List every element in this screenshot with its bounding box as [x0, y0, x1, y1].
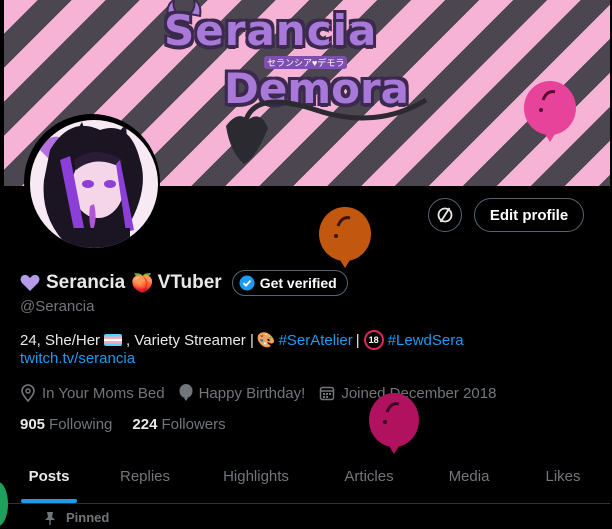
balloon-icon — [319, 207, 371, 268]
profile-bio: 24, She/Her , Variety Streamer | 🎨 #SerA… — [20, 330, 464, 350]
circle-slash-icon — [437, 207, 453, 223]
tab-label: Posts — [28, 468, 70, 485]
profile-link[interactable]: twitch.tv/serancia — [20, 350, 135, 367]
spaces-button[interactable] — [428, 198, 462, 232]
banner-title-line1: Serancia — [164, 6, 378, 55]
tab-replies[interactable]: Replies — [94, 450, 196, 503]
tab-label: Likes — [545, 468, 581, 485]
tab-articles[interactable]: Articles — [316, 450, 422, 503]
tab-posts[interactable]: Posts — [4, 450, 94, 503]
pinned-label: Pinned — [66, 510, 110, 525]
trans-flag-icon — [104, 334, 123, 346]
purple-heart-icon — [20, 274, 40, 291]
pin-icon — [45, 511, 55, 525]
following-label: Following — [49, 416, 113, 433]
location-pin-icon — [21, 384, 35, 402]
get-verified-label: Get verified — [259, 275, 337, 291]
hashtag-lewdsera[interactable]: #LewdSera — [388, 332, 464, 349]
bio-part1: 24, She/Her — [20, 331, 101, 349]
verified-badge-icon — [239, 275, 255, 291]
profile-tabs: Posts Replies Highlights Articles Media … — [4, 450, 610, 504]
bio-separator: | — [355, 331, 360, 349]
hashtag-seratelier[interactable]: #SerAtelier — [279, 332, 353, 349]
followers-count: 224 — [132, 416, 158, 433]
follow-counts: 905 Following 224 Followers — [20, 416, 246, 433]
tab-likes[interactable]: Likes — [516, 450, 610, 503]
bio-part2: , Variety Streamer | — [126, 331, 254, 349]
active-tab-indicator — [21, 499, 77, 503]
location-item: In Your Moms Bed — [20, 384, 165, 402]
edit-profile-button[interactable]: Edit profile — [474, 198, 584, 232]
name-row: Serancia 🍑 VTuber Get verified — [20, 270, 348, 296]
name-suffix: VTuber — [157, 272, 222, 293]
user-handle: @Serancia — [20, 298, 95, 315]
tab-highlights[interactable]: Highlights — [196, 450, 316, 503]
avatar-image — [30, 120, 158, 248]
tab-media[interactable]: Media — [422, 450, 516, 503]
balloon-icon — [524, 81, 576, 142]
tab-label: Highlights — [223, 468, 289, 485]
display-name: Serancia — [46, 272, 126, 293]
location-text: In Your Moms Bed — [42, 384, 165, 402]
calendar-icon — [320, 386, 335, 401]
pinned-indicator: Pinned — [44, 510, 109, 525]
followers-label: Followers — [161, 416, 226, 433]
following-link[interactable]: 905 Following — [20, 416, 112, 433]
balloon-icon — [179, 384, 193, 401]
peach-icon: 🍑 — [131, 272, 154, 293]
profile-meta: In Your Moms Bed Happy Birthday! Joined … — [20, 384, 510, 402]
no-under-18-icon: 18 — [363, 330, 384, 350]
birthday-item: Happy Birthday! — [179, 384, 306, 402]
tab-label: Media — [448, 468, 490, 485]
followers-link[interactable]: 224 Followers — [132, 416, 225, 433]
palette-icon: 🎨 — [256, 332, 276, 349]
get-verified-button[interactable]: Get verified — [231, 270, 348, 296]
profile-page: Serancia セランシア♥デモラ Demora Edit profile S… — [4, 0, 610, 529]
tab-label: Articles — [344, 468, 394, 485]
avatar[interactable] — [24, 114, 160, 250]
tab-label: Replies — [119, 468, 171, 485]
devil-tail-icon — [226, 97, 428, 164]
following-count: 905 — [20, 416, 46, 433]
birthday-text: Happy Birthday! — [198, 384, 306, 402]
